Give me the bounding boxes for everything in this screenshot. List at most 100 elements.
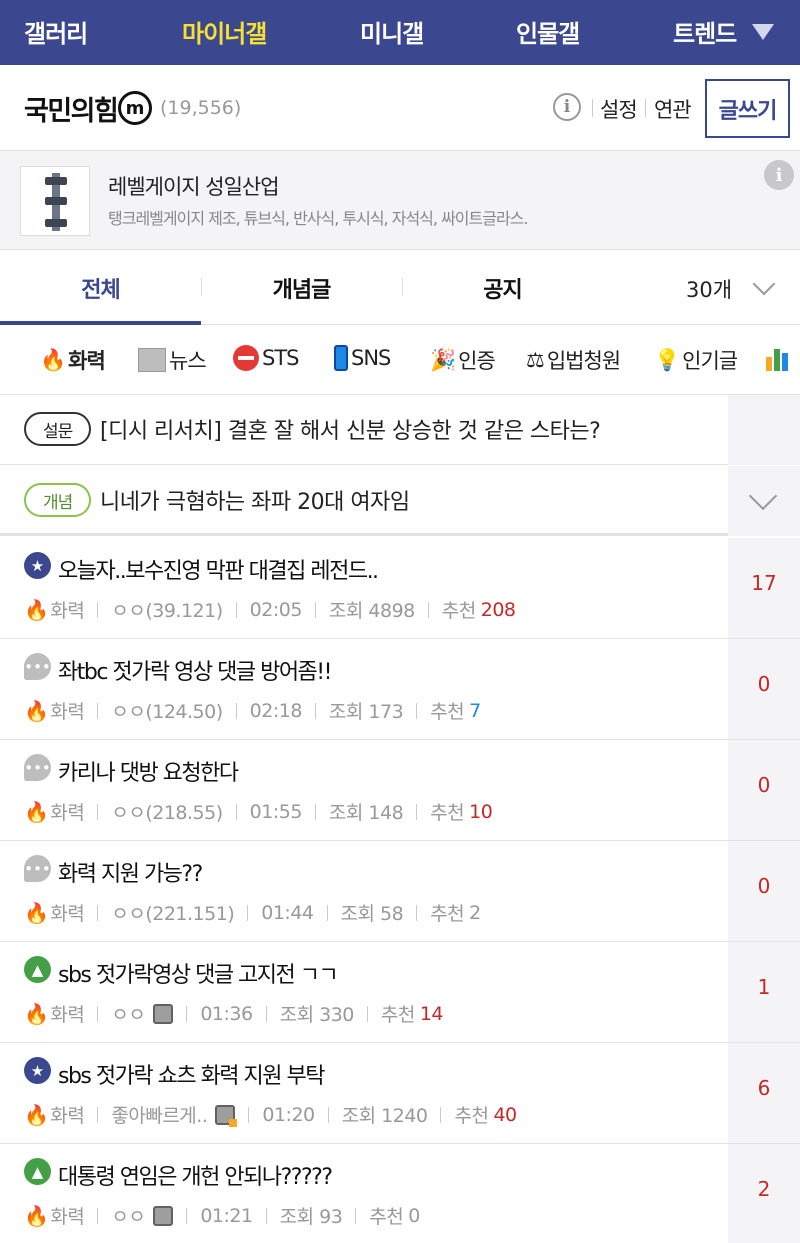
reply-count[interactable]: 0: [728, 672, 800, 696]
category-petition[interactable]: ⚖ 입법청원: [526, 345, 621, 375]
nav-gallery[interactable]: 갤러리: [24, 14, 88, 49]
info-icon[interactable]: i: [553, 93, 581, 121]
gallery-member-count: (19,556): [160, 97, 242, 119]
post-row[interactable]: ▲ sbs 젓가락영상 댓글 고지전 ㄱㄱ 🔥 화력 ㅇㅇ 01:36 조회 3…: [0, 942, 800, 1043]
ad-description: 탱크레벨게이지 제조, 튜브식, 반사식, 투시식, 자석식, 싸이트글라스.: [108, 209, 528, 228]
bar-chart-icon: [766, 345, 790, 371]
page-size-select[interactable]: 30개: [686, 274, 732, 304]
post-category: 화력: [50, 600, 85, 622]
speech-bubble-icon: •••: [24, 855, 51, 882]
post-row[interactable]: ▲ 대통령 연임은 개헌 안되나????? 🔥 화력 ㅇㅇ 01:21 조회 9…: [0, 1144, 800, 1243]
post-recommend-label: 추천: [369, 1206, 404, 1228]
ad-banner[interactable]: 레벨게이지 성일산업 탱크레벨게이지 제조, 튜브식, 반사식, 투시식, 자석…: [0, 151, 800, 250]
post-recommend-count: 40: [493, 1103, 517, 1126]
post-title[interactable]: 좌tbc 젓가락 영상 댓글 방어좀!!: [58, 654, 332, 686]
post-title[interactable]: 대통령 연임은 개헌 안되나?????: [58, 1159, 333, 1191]
reply-count[interactable]: 1: [728, 975, 800, 999]
category-verify[interactable]: 🎉 인증: [430, 345, 496, 375]
ad-thumbnail: [20, 166, 90, 236]
reply-count[interactable]: 17: [728, 571, 800, 595]
post-views: 조회 1240: [341, 1105, 428, 1127]
ad-title[interactable]: 레벨게이지 성일산업: [108, 171, 280, 201]
post-views: 조회 4898: [328, 600, 415, 622]
divider: [314, 601, 316, 618]
settings-link[interactable]: 설정: [600, 94, 638, 124]
post-author[interactable]: ㅇㅇ: [111, 1000, 145, 1027]
post-title[interactable]: 오늘자..보수진영 막판 대결집 레전드..: [58, 553, 379, 585]
divider: [416, 702, 418, 719]
nav-trend[interactable]: 트렌드: [673, 14, 737, 49]
ad-info-icon[interactable]: i: [764, 160, 794, 190]
post-author[interactable]: ㅇㅇ(124.50): [111, 697, 223, 724]
gallery-title[interactable]: 국민의힘: [24, 89, 119, 128]
post-row[interactable]: ••• 카리나 댓방 요청한다 🔥 화력 ㅇㅇ(218.55) 01:55 조회…: [0, 740, 800, 841]
tab-concept[interactable]: 개념글: [201, 250, 402, 325]
post-author[interactable]: ㅇㅇ(218.55): [111, 798, 223, 825]
nav-person-gallery[interactable]: 인물갤: [516, 14, 580, 49]
nav-minor-gallery[interactable]: 마이너갤: [182, 14, 267, 49]
divider: [235, 702, 237, 719]
post-author[interactable]: ㅇㅇ(221.151): [111, 899, 234, 926]
post-row[interactable]: ••• 좌tbc 젓가락 영상 댓글 방어좀!! 🔥 화력 ㅇㅇ(124.50)…: [0, 639, 800, 740]
post-category: 화력: [50, 903, 85, 925]
divider: [265, 1005, 267, 1022]
menu-dropdown-icon[interactable]: [752, 24, 774, 40]
post-category: 화력: [50, 1206, 85, 1228]
post-recommend-label: 추천: [454, 1105, 489, 1127]
party-popper-icon: 🎉: [430, 347, 456, 372]
notice-row[interactable]: 설문 [디시 리서치] 결혼 잘 해서 신분 상승한 것 같은 스타는?: [0, 395, 800, 465]
fire-icon: 🔥: [40, 347, 66, 372]
post-title[interactable]: sbs 젓가락 쇼츠 화력 지원 부탁: [58, 1058, 326, 1090]
post-title[interactable]: sbs 젓가락영상 댓글 고지전 ㄱㄱ: [58, 957, 339, 989]
concept-badge: 개념: [24, 483, 92, 517]
post-title[interactable]: 화력 지원 가능??: [58, 856, 203, 888]
reply-count[interactable]: 6: [728, 1076, 800, 1100]
post-time: 01:44: [261, 901, 314, 924]
image-icon: ▲: [24, 1158, 51, 1185]
fire-icon: 🔥: [24, 900, 49, 925]
write-button[interactable]: 글쓰기: [705, 79, 790, 138]
post-row[interactable]: ★ 오늘자..보수진영 막판 대결집 레전드.. 🔥 화력 ㅇㅇ(39.121)…: [0, 538, 800, 639]
divider: [235, 803, 237, 820]
notice-title[interactable]: 니네가 극혐하는 좌파 20대 여자임: [100, 484, 410, 516]
category-news[interactable]: 뉴스: [138, 345, 207, 375]
fire-icon: 🔥: [24, 799, 49, 824]
scales-icon: ⚖: [526, 348, 545, 372]
top-nav: 갤러리 마이너갤 미니갤 인물갤 트렌드: [0, 0, 800, 65]
category-sts[interactable]: STS: [233, 345, 299, 371]
post-meta: 🔥 화력 좋아빠르게.. 01:20 조회 1240 추천 40: [24, 1101, 517, 1128]
divider: [247, 904, 249, 921]
post-title[interactable]: 카리나 댓방 요청한다: [58, 755, 239, 787]
divider: [186, 1207, 188, 1224]
post-recommend-label: 추천: [430, 802, 465, 824]
reply-count[interactable]: 0: [728, 773, 800, 797]
divider: [355, 1207, 357, 1224]
newspaper-icon: [138, 348, 166, 372]
post-category: 화력: [50, 701, 85, 723]
post-row[interactable]: ••• 화력 지원 가능?? 🔥 화력 ㅇㅇ(221.151) 01:44 조회…: [0, 841, 800, 942]
notice-row[interactable]: 개념 니네가 극혐하는 좌파 20대 여자임: [0, 466, 800, 536]
gallery-header: 국민의힘 m (19,556) i 설정 연관 글쓰기: [0, 65, 800, 151]
post-recommend-count: 0: [408, 1204, 420, 1227]
nickname-icon: [153, 1205, 174, 1226]
tab-notice[interactable]: 공지: [402, 250, 603, 325]
tab-all[interactable]: 전체: [0, 250, 201, 325]
category-chart[interactable]: [766, 345, 790, 371]
category-sns[interactable]: SNS: [334, 345, 391, 371]
category-fire[interactable]: 🔥 화력: [40, 345, 106, 375]
notice-title[interactable]: [디시 리서치] 결혼 잘 해서 신분 상승한 것 같은 스타는?: [100, 413, 601, 445]
category-label: SNS: [351, 346, 391, 370]
chevron-down-icon[interactable]: [752, 272, 776, 296]
post-author[interactable]: 좋아빠르게..: [111, 1101, 207, 1128]
reply-count[interactable]: 2: [728, 1177, 800, 1201]
lightbulb-icon: 💡: [654, 347, 680, 372]
divider: [186, 1005, 188, 1022]
reply-count[interactable]: 0: [728, 874, 800, 898]
post-meta: 🔥 화력 ㅇㅇ(39.121) 02:05 조회 4898 추천 208: [24, 596, 516, 623]
category-popular[interactable]: 💡 인기글: [654, 345, 738, 375]
nav-mini-gallery[interactable]: 미니갤: [360, 14, 424, 49]
related-link[interactable]: 연관: [654, 94, 692, 124]
post-author[interactable]: ㅇㅇ(39.121): [111, 596, 223, 623]
post-row[interactable]: ★ sbs 젓가락 쇼츠 화력 지원 부탁 🔥 화력 좋아빠르게.. 01:20…: [0, 1043, 800, 1144]
post-author[interactable]: ㅇㅇ: [111, 1202, 145, 1229]
